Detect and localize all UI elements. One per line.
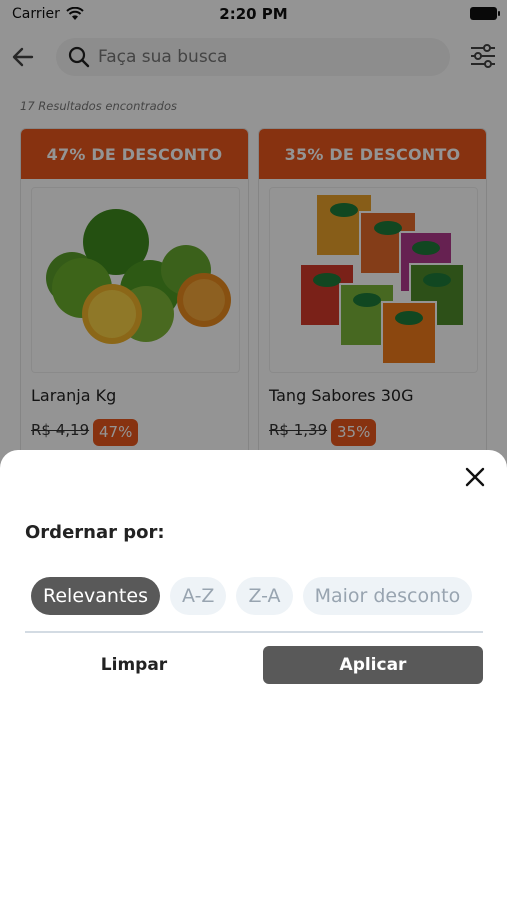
divider — [25, 631, 483, 633]
sort-option-relevantes[interactable]: Relevantes — [31, 577, 160, 615]
sort-option-z-a[interactable]: Z-A — [236, 577, 293, 615]
sort-option-maior-desconto[interactable]: Maior desconto — [302, 577, 473, 615]
clear-button[interactable]: Limpar — [25, 646, 243, 684]
sort-options: Relevantes A-Z Z-A Maior desconto — [31, 577, 483, 617]
sort-title: Ordernar por: — [25, 522, 165, 543]
apply-button[interactable]: Aplicar — [263, 646, 483, 684]
sort-bottom-sheet: Ordernar por: Relevantes A-Z Z-A Maior desc… — [0, 450, 507, 900]
close-icon[interactable] — [463, 466, 487, 490]
sort-option-a-z[interactable]: A-Z — [169, 577, 227, 615]
